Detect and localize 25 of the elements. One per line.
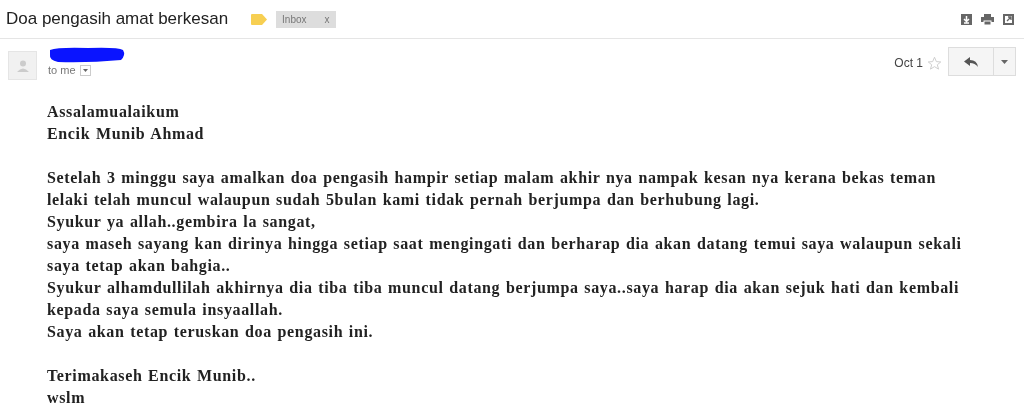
star-icon[interactable] xyxy=(927,56,942,71)
message-text: Assalamualaikum xyxy=(47,102,181,122)
message-text: Terimakaseh Encik Munib.. xyxy=(47,366,257,386)
message-text: Setelah 3 minggu saya amalkan doa pengasih hampir setiap malam akhir nya nampak kesan nya kerana bekas teman lelaki telah muncul walaupun sudah 5bulan kami tidak pernah berjumpa dan berhubung lagi. xyxy=(47,168,937,211)
message-date: Oct 1 xyxy=(894,56,923,70)
caret-icon xyxy=(82,68,88,72)
message-text: Saya akan tetap teruskan doa pengasih ini. xyxy=(47,322,375,343)
caret-icon xyxy=(1001,59,1008,64)
label-text: Inbox xyxy=(282,13,307,25)
more-button[interactable] xyxy=(994,47,1016,76)
recipient-text: to me xyxy=(48,64,76,76)
message-text: Encik Munib Ahmad xyxy=(47,124,206,144)
remove-label-button[interactable]: x xyxy=(324,13,330,25)
reply-button[interactable] xyxy=(948,47,994,76)
message-text: saya maseh sayang kan dirinya hingga setiap saat mengingati dan berharap dia akan datang temui saya walaupun sekali saya tetap akan bahgia.. xyxy=(47,234,963,277)
message-text: Syukur ya allah..gembira la sangat, xyxy=(47,212,317,233)
details-dropdown[interactable] xyxy=(79,64,91,76)
message-text: wslm xyxy=(47,388,87,408)
download-icon[interactable] xyxy=(961,13,972,25)
new-window-icon[interactable] xyxy=(1003,13,1014,25)
subject-title: Doa pengasih amat berkesan xyxy=(6,9,229,29)
person-icon xyxy=(16,59,29,72)
reply-icon xyxy=(964,56,978,67)
message-text: Syukur alhamdullilah akhirnya dia tiba tiba muncul datang berjumpa saya..saya harap dia akan sejuk hati dan kembali kepada saya semula insyaallah. xyxy=(47,278,960,321)
print-icon[interactable] xyxy=(981,13,994,25)
